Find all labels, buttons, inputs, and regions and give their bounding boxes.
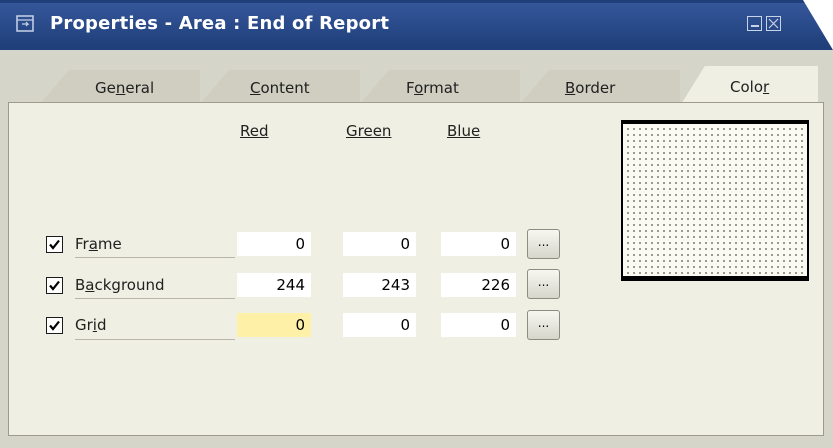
window-title: Properties - Area : End of Report <box>50 13 390 34</box>
check-icon <box>49 239 60 250</box>
frame-underline <box>75 257 235 258</box>
background-underline <box>75 298 235 299</box>
close-button[interactable] <box>766 16 781 31</box>
tab-border-label: Border <box>565 79 616 97</box>
frame-red-input[interactable]: 0 <box>237 232 311 256</box>
tab-content-label: Content <box>250 79 310 97</box>
tab-color-label: Color <box>730 78 770 96</box>
title-bar: Properties - Area : End of Report <box>0 0 833 50</box>
grid-blue-input[interactable]: 0 <box>441 313 516 337</box>
minimize-button[interactable] <box>747 16 762 31</box>
background-label: Background <box>75 276 165 294</box>
grid-color-picker-button[interactable]: ... <box>527 310 560 340</box>
blue-column-header: Blue <box>447 122 481 140</box>
color-preview <box>621 120 809 281</box>
frame-label: Frame <box>75 235 122 253</box>
check-icon <box>49 320 60 331</box>
green-column-header: Green <box>346 122 392 140</box>
red-column-header: Red <box>240 122 269 140</box>
background-green-input[interactable]: 243 <box>343 273 416 297</box>
properties-window-icon <box>16 15 36 33</box>
close-icon <box>768 18 779 29</box>
grid-label: Grid <box>75 316 107 334</box>
frame-green-input[interactable]: 0 <box>343 232 416 256</box>
grid-underline <box>75 339 235 340</box>
grid-red-input[interactable]: 0 <box>237 313 311 337</box>
tab-general-label: General <box>95 79 155 97</box>
frame-blue-input[interactable]: 0 <box>441 232 516 256</box>
tab-format-label: Format <box>406 79 459 97</box>
properties-window: Properties - Area : End of Report Genera… <box>0 0 833 448</box>
check-icon <box>49 280 60 291</box>
grid-green-input[interactable]: 0 <box>343 313 416 337</box>
background-blue-input[interactable]: 226 <box>441 273 516 297</box>
frame-color-picker-button[interactable]: ... <box>527 229 560 259</box>
background-color-picker-button[interactable]: ... <box>527 269 560 299</box>
frame-checkbox[interactable] <box>46 236 63 253</box>
grid-checkbox[interactable] <box>46 317 63 334</box>
background-red-input[interactable]: 244 <box>237 273 311 297</box>
title-bar-corner <box>803 0 833 50</box>
background-checkbox[interactable] <box>46 277 63 294</box>
